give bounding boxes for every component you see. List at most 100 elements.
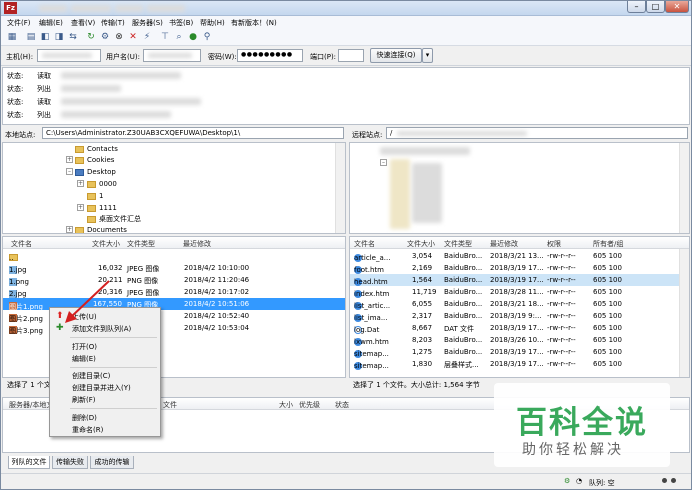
menu-refresh[interactable]: 刷新(F) — [72, 395, 96, 407]
expand-icon[interactable]: + — [77, 204, 84, 211]
password-input[interactable]: ●●●●●●●●● — [237, 49, 303, 62]
col-filesize[interactable]: 文件大小 — [92, 239, 120, 249]
remote-tree-scrollbar[interactable] — [679, 143, 689, 233]
port-input[interactable] — [338, 49, 364, 62]
process-queue-icon[interactable]: ⚙ — [99, 31, 111, 43]
tab-queued-files[interactable]: 列队的文件 — [8, 456, 50, 469]
menu-server[interactable]: 服务器(S) — [132, 18, 163, 28]
list-item[interactable]: sitemap... 1,275 BaiduBro... 2018/3/19 17..… — [350, 346, 689, 358]
toggle-remote-tree-icon[interactable]: ◨ — [53, 31, 65, 43]
menu-open[interactable]: 打开(O) — [72, 342, 97, 354]
disconnect-icon[interactable]: ✕ — [127, 31, 139, 43]
remote-list-header: 文件名 文件大小 文件类型 最近修改 权限 所有者/组 — [350, 237, 689, 249]
refresh-icon[interactable]: ↻ — [85, 31, 97, 43]
expand-icon[interactable]: + — [77, 180, 84, 187]
close-button[interactable]: ✕ — [665, 1, 689, 13]
remote-path-bar: 远程站点: / — [349, 126, 690, 141]
local-tree-scrollbar[interactable] — [335, 143, 345, 233]
tree-item-cookies[interactable]: Cookies — [75, 155, 114, 166]
list-item[interactable]: .. — [3, 250, 345, 262]
col-modified[interactable]: 最近修改 — [183, 239, 211, 249]
col-filename[interactable]: 文件名 — [354, 239, 375, 249]
compare-icon[interactable]: ⌕ — [173, 31, 185, 43]
menu-create-dir-enter[interactable]: 创建目录并进入(Y) — [72, 383, 131, 395]
toggle-local-tree-icon[interactable]: ◧ — [39, 31, 51, 43]
list-item[interactable]: list_artic... 6,055 BaiduBro... 2018/3/21 1… — [350, 298, 689, 310]
menu-new-version[interactable]: 有新版本！(N) — [231, 18, 277, 28]
list-item[interactable]: list_ima... 2,317 BaiduBro... 2018/3/19 9:.… — [350, 310, 689, 322]
expand-icon[interactable]: – — [380, 159, 387, 166]
list-item[interactable]: foot.htm 2,169 BaiduBro... 2018/3/19 17... -… — [350, 262, 689, 274]
local-site-label: 本地站点: — [5, 131, 36, 139]
collapse-icon[interactable]: – — [66, 168, 73, 175]
col-state[interactable]: 状态 — [335, 400, 349, 410]
reconnect-icon[interactable]: ⚡ — [141, 31, 153, 43]
menu-bar: 文件(F) 编辑(E) 查看(V) 传输(T) 服务器(S) 书签(B) 帮助(… — [1, 16, 691, 29]
activity-light-icon — [662, 478, 667, 483]
col-permissions[interactable]: 权限 — [547, 239, 561, 249]
list-item[interactable]: 2.jpg 20,316 JPEG 图像 2018/4/2 10:17:02 — [3, 286, 345, 298]
find-icon[interactable]: ⚲ — [201, 31, 213, 43]
col-server-local[interactable]: 服务器/本地文 — [9, 400, 53, 410]
filter-icon[interactable]: ⊤ — [159, 31, 171, 43]
list-item[interactable]: lxwm.htm 8,203 BaiduBro... 2018/3/26 10... -… — [350, 334, 689, 346]
list-item[interactable]: article_a... 3,054 BaiduBro... 2018/3/21 13… — [350, 250, 689, 262]
menu-edit-file[interactable]: 编辑(E) — [72, 354, 96, 366]
tree-item-1[interactable]: 1 — [87, 191, 103, 202]
tree-item-documents[interactable]: Documents — [75, 225, 127, 233]
list-item[interactable]: log.Dat 8,667 DAT 文件 2018/3/19 17... -rw-r--… — [350, 322, 689, 334]
col-filetype[interactable]: 文件类型 — [444, 239, 472, 249]
tree-item-contacts[interactable]: Contacts — [75, 144, 118, 155]
menu-create-dir[interactable]: 创建目录(C) — [72, 371, 110, 383]
menu-file[interactable]: 文件(F) — [7, 18, 31, 28]
expand-icon[interactable]: + — [66, 156, 73, 163]
tree-item-desktop[interactable]: Desktop — [75, 167, 116, 178]
menu-help[interactable]: 帮助(H) — [200, 18, 225, 28]
expand-icon[interactable]: + — [66, 226, 73, 233]
queue-status: 队列: 空 — [589, 479, 615, 487]
site-manager-icon[interactable]: ▦ — [6, 31, 18, 43]
menu-view[interactable]: 查看(V) — [71, 18, 95, 28]
toggle-queue-icon[interactable]: ⇆ — [67, 31, 79, 43]
annotation-arrow — [65, 280, 110, 323]
list-item[interactable]: 1.png 20,211 PNG 图像 2018/4/2 11:20:46 — [3, 274, 345, 286]
user-input[interactable] — [143, 49, 201, 62]
list-item[interactable]: sitemap... 1,830 层叠样式... 2018/3/19 17... -rw… — [350, 358, 689, 370]
port-label: 端口(P): — [310, 53, 337, 61]
local-path-input[interactable]: C:\Users\Administrator.Z30UAB3CXQEFUWA\D… — [42, 127, 344, 139]
menu-rename[interactable]: 重命名(R) — [72, 425, 103, 437]
host-label: 主机(H): — [6, 53, 34, 61]
menu-bookmarks[interactable]: 书签(B) — [169, 18, 193, 28]
tab-failed-transfers[interactable]: 传输失败 — [52, 456, 88, 469]
maximize-button[interactable]: □ — [646, 1, 665, 13]
quickconnect-dropdown[interactable]: ▾ — [422, 48, 433, 63]
col-filename[interactable]: 文件名 — [11, 239, 32, 249]
menu-delete[interactable]: 删除(D) — [72, 413, 97, 425]
local-status: 选择了 1 个文 — [7, 381, 51, 389]
cancel-icon[interactable]: ⊗ — [113, 31, 125, 43]
quickconnect-bar: 主机(H): 用户名(U): 密码(W): ●●●●●●●●● 端口(P): 快… — [1, 46, 691, 66]
host-input[interactable] — [37, 49, 101, 62]
tree-item-desktop-summary[interactable]: 桌面文件汇总 — [87, 214, 141, 225]
col-modified[interactable]: 最近修改 — [490, 239, 518, 249]
col-size[interactable]: 大小 — [279, 400, 293, 410]
remote-path-input[interactable]: / — [386, 127, 688, 139]
toggle-log-icon[interactable]: ▤ — [25, 31, 37, 43]
col-priority[interactable]: 优先级 — [299, 400, 320, 410]
list-item[interactable]: head.htm 1,564 BaiduBro... 2018/3/19 17... -… — [350, 274, 689, 286]
list-item[interactable]: 1.jpg 16,032 JPEG 图像 2018/4/2 10:10:00 — [3, 262, 345, 274]
menu-edit[interactable]: 编辑(E) — [39, 18, 63, 28]
remote-list-scrollbar[interactable] — [679, 249, 689, 377]
minimize-button[interactable]: – — [627, 1, 646, 13]
col-file[interactable]: 文件 — [163, 400, 177, 410]
list-item[interactable]: index.htm 11,719 BaiduBro... 2018/3/28 11..… — [350, 286, 689, 298]
tree-item-0000[interactable]: 0000 — [87, 179, 117, 190]
tab-successful-transfers[interactable]: 成功的传输 — [90, 456, 134, 469]
col-filetype[interactable]: 文件类型 — [127, 239, 155, 249]
col-owner[interactable]: 所有者/组 — [593, 239, 623, 249]
menu-transfer[interactable]: 传输(T) — [101, 18, 125, 28]
tree-item-1111[interactable]: 1111 — [87, 203, 117, 214]
col-filesize[interactable]: 文件大小 — [407, 239, 435, 249]
quickconnect-button[interactable]: 快速连接(Q) — [370, 48, 422, 63]
sync-browse-icon[interactable]: ● — [187, 31, 199, 43]
